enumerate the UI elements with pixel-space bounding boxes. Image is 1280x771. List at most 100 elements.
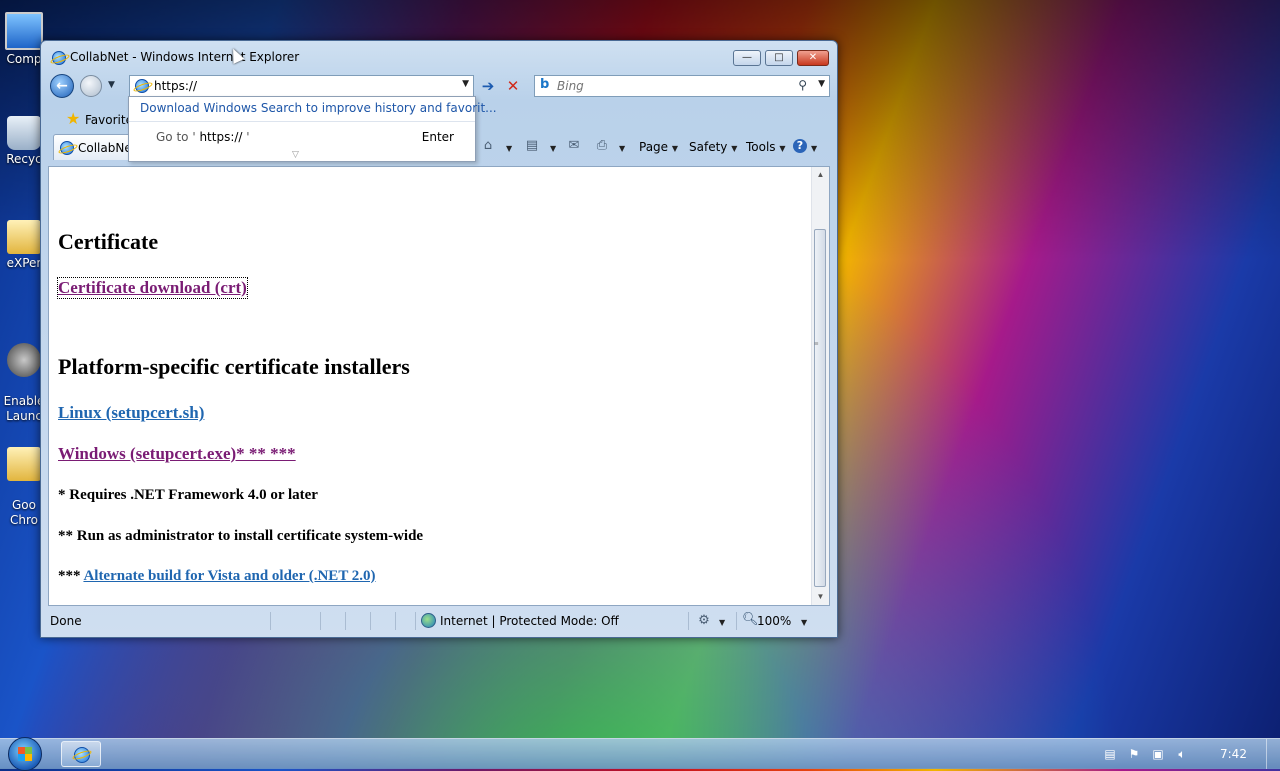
- desktop-icon-label: Goo Chro: [10, 498, 38, 527]
- download-windows-search-link[interactable]: Download Windows Search to improve histo…: [140, 101, 497, 115]
- certificate-download-link[interactable]: Certificate download (crt): [57, 277, 248, 299]
- tab-page-icon: [60, 141, 74, 155]
- status-divider: [345, 612, 346, 630]
- folder-icon: [7, 220, 41, 254]
- address-autocomplete-dropdown: Download Windows Search to improve histo…: [128, 96, 497, 162]
- forward-button[interactable]: [80, 75, 102, 97]
- goto-prefix: Go to ': [156, 130, 196, 144]
- status-divider: [370, 612, 371, 630]
- search-icon[interactable]: ⚲: [798, 78, 807, 92]
- desktop-icon-label: Comp: [6, 52, 42, 66]
- page-icon: [135, 79, 149, 93]
- page-menu[interactable]: Page ▼: [639, 140, 678, 154]
- show-desktop-button[interactable]: [1266, 739, 1280, 769]
- home-icon[interactable]: ⌂: [480, 138, 496, 154]
- tab-label: CollabNet: [78, 141, 133, 155]
- tab-collabnet[interactable]: CollabNet: [53, 134, 133, 160]
- note-run-as-admin: ** Run as administrator to install certi…: [58, 528, 424, 544]
- security-zone-text[interactable]: Internet | Protected Mode: Off: [440, 614, 619, 628]
- goto-suffix: ': [246, 130, 250, 144]
- tray-notes-icon[interactable]: ▤: [1103, 747, 1117, 761]
- enter-hint: Enter: [421, 130, 454, 144]
- folder-icon: [7, 447, 41, 481]
- protected-mode-dropdown[interactable]: ▼: [719, 614, 725, 628]
- goto-url: https://: [195, 130, 247, 144]
- go-button[interactable]: ➔: [478, 76, 498, 96]
- scroll-thumb[interactable]: [814, 229, 826, 587]
- maximize-button[interactable]: □: [765, 50, 793, 66]
- status-divider: [320, 612, 321, 630]
- favorites-button[interactable]: Favorite: [85, 113, 133, 127]
- vertical-scrollbar[interactable]: ▲ ≡ ▼: [811, 167, 829, 605]
- tools-menu-label: Tools: [746, 140, 776, 154]
- desktop-icon-label: eXPer: [6, 256, 42, 270]
- autocomplete-divider: [129, 121, 475, 122]
- tray-volume-muted-icon[interactable]: 🔈︎: [1175, 747, 1189, 761]
- favorites-star-icon[interactable]: ★: [66, 111, 80, 127]
- tools-menu[interactable]: Tools ▼: [746, 140, 786, 154]
- internet-zone-globe-icon: [421, 613, 436, 628]
- mail-icon[interactable]: ✉: [566, 138, 582, 154]
- search-input[interactable]: [557, 78, 777, 94]
- status-divider: [415, 612, 416, 630]
- go-to-suggestion[interactable]: Go to ' https:// ': [156, 130, 250, 144]
- back-button[interactable]: ←: [50, 74, 74, 98]
- status-divider: [395, 612, 396, 630]
- scroll-down-arrow-icon[interactable]: ▼: [812, 589, 829, 605]
- page-menu-label: Page: [639, 140, 669, 154]
- start-button[interactable]: [8, 737, 42, 771]
- search-options-dropdown[interactable]: ▼: [818, 79, 825, 89]
- linux-installer-link[interactable]: Linux (setupcert.sh): [58, 403, 204, 423]
- ie-logo-icon: [74, 747, 90, 763]
- tray-network-icon[interactable]: ▣: [1151, 747, 1165, 761]
- print-dropdown[interactable]: ▼: [619, 140, 625, 154]
- tray-action-center-flag-icon[interactable]: ⚑: [1127, 747, 1141, 761]
- desktop-icon-label: Enable Launc: [3, 394, 45, 423]
- heading-certificate: Certificate: [58, 229, 159, 254]
- home-dropdown[interactable]: ▼: [506, 140, 512, 154]
- minimize-button[interactable]: —: [733, 50, 761, 66]
- safety-menu[interactable]: Safety ▼: [689, 140, 737, 154]
- window-title: CollabNet - Windows Internet Explorer: [70, 50, 300, 64]
- taskbar-clock[interactable]: 7:42: [1220, 747, 1247, 761]
- scroll-up-arrow-icon[interactable]: ▲: [812, 167, 829, 183]
- stop-button[interactable]: ✕: [503, 76, 523, 96]
- status-bar: Done Internet | Protected Mode: Off ⚙ ▼ …: [48, 610, 830, 632]
- address-input[interactable]: [154, 78, 444, 94]
- ie-logo-icon: [52, 51, 66, 65]
- autocomplete-resize-grip-icon[interactable]: ▽: [292, 150, 299, 160]
- recent-pages-dropdown[interactable]: ▼: [108, 80, 115, 90]
- note-prefix: ***: [58, 568, 84, 584]
- feeds-dropdown[interactable]: ▼: [550, 140, 556, 154]
- taskbar-ie-button[interactable]: [61, 741, 101, 767]
- windows-installer-link[interactable]: Windows (setupcert.exe)* ** ***: [58, 444, 296, 464]
- title-bar[interactable]: CollabNet - Windows Internet Explorer — …: [41, 41, 837, 71]
- address-dropdown-icon[interactable]: ▼: [462, 79, 469, 89]
- bing-icon: b: [540, 77, 550, 92]
- address-bar[interactable]: ▼: [129, 75, 474, 97]
- status-divider: [270, 612, 271, 630]
- search-box[interactable]: b ⚲ ▼: [534, 75, 830, 97]
- scroll-grip-icon: ≡: [814, 339, 819, 348]
- zoom-dropdown[interactable]: ▼: [801, 614, 807, 628]
- status-text: Done: [50, 614, 82, 628]
- alternate-build-link[interactable]: Alternate build for Vista and older (.NE…: [83, 568, 375, 584]
- note-net-framework: * Requires .NET Framework 4.0 or later: [58, 487, 318, 503]
- print-icon[interactable]: ⎙: [594, 138, 610, 154]
- zoom-level[interactable]: 100%: [757, 614, 791, 628]
- desktop-icon-label: Recyc: [6, 152, 42, 166]
- close-button[interactable]: ✕: [797, 50, 829, 66]
- status-divider: [688, 612, 689, 630]
- note-alternate-build: *** Alternate build for Vista and older …: [58, 568, 376, 585]
- help-dropdown[interactable]: ▼: [811, 140, 817, 154]
- safety-menu-label: Safety: [689, 140, 728, 154]
- windows-logo-icon: [18, 747, 32, 761]
- protected-mode-icon[interactable]: ⚙: [696, 613, 712, 629]
- recycle-bin-icon: [7, 116, 41, 150]
- page-content: Certificate Certificate download (crt) P…: [48, 166, 830, 606]
- heading-platform-installers: Platform-specific certificate installers: [58, 354, 410, 379]
- feeds-icon[interactable]: ▤: [524, 138, 540, 154]
- status-divider: [736, 612, 737, 630]
- help-icon[interactable]: ?: [793, 139, 807, 153]
- taskbar: ▤ ⚑ ▣ 🔈︎ 7:42: [0, 737, 1280, 771]
